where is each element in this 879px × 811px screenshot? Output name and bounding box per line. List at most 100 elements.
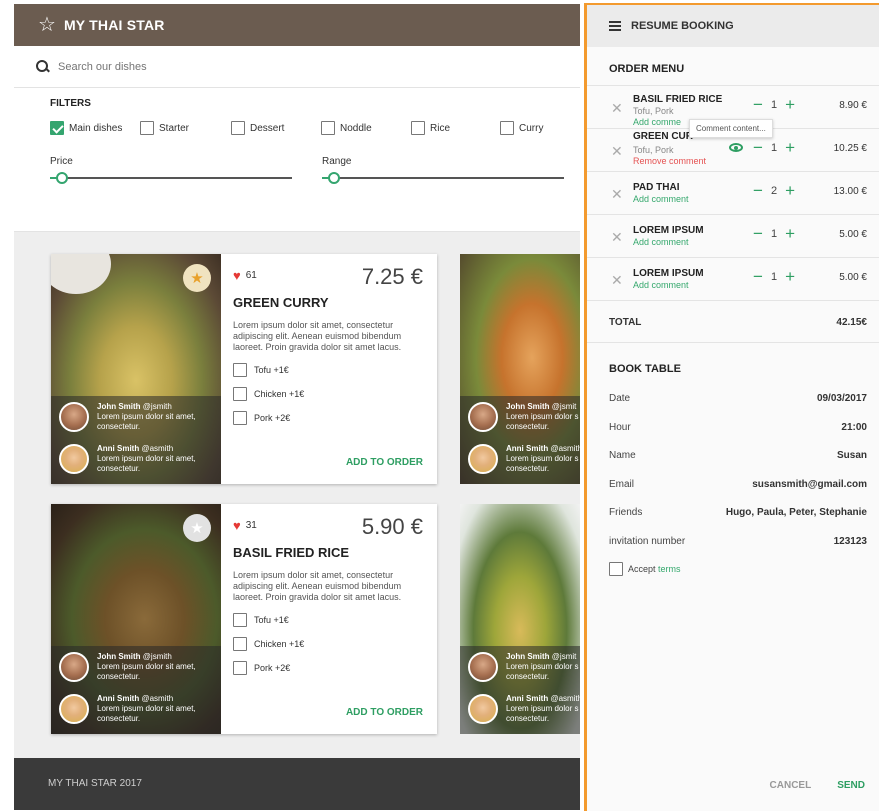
add-to-order-button[interactable]: ADD TO ORDER xyxy=(346,457,423,468)
avatar xyxy=(59,444,89,474)
dish-card-peek: John Smith @jsmit Lorem ipsum dolor s con… xyxy=(460,254,580,484)
checkbox[interactable] xyxy=(140,121,154,135)
checkbox[interactable] xyxy=(233,387,247,401)
quantity-value: 2 xyxy=(770,184,778,197)
remove-item-icon[interactable]: ✕ xyxy=(611,272,623,289)
increase-button[interactable]: + xyxy=(785,96,795,113)
extra-label: Tofu +1€ xyxy=(254,365,289,375)
checkbox[interactable] xyxy=(233,613,247,627)
remove-item-icon[interactable]: ✕ xyxy=(611,143,623,160)
review-text: John Smith @jsmith Lorem ipsum dolor sit … xyxy=(97,652,212,682)
cancel-button[interactable]: CANCEL xyxy=(770,780,812,791)
filter-dessert[interactable]: Dessert xyxy=(231,121,284,135)
eye-icon[interactable] xyxy=(729,143,743,152)
decrease-button[interactable]: − xyxy=(753,268,763,285)
remove-item-icon[interactable]: ✕ xyxy=(611,100,623,117)
avatar xyxy=(59,694,89,724)
search-icon[interactable] xyxy=(36,59,50,74)
order-item: ✕ PAD THAI Add comment − 2 + 13.00 € xyxy=(587,172,879,215)
filter-noddle[interactable]: Noddle xyxy=(321,121,372,135)
extra-option[interactable]: Pork +2€ xyxy=(233,411,423,425)
terms-prefix: Accept xyxy=(628,564,656,574)
avatar xyxy=(468,402,498,432)
reviewer-name: John Smith xyxy=(506,402,550,411)
add-comment-link[interactable]: Add comment xyxy=(633,194,689,204)
panel-actions: CANCEL SEND xyxy=(770,780,865,791)
extra-option[interactable]: Chicken +1€ xyxy=(233,387,423,401)
range-slider[interactable] xyxy=(322,172,564,184)
checkbox[interactable] xyxy=(233,637,247,651)
checkbox[interactable] xyxy=(233,411,247,425)
remove-comment-link[interactable]: Remove comment xyxy=(633,156,706,166)
remove-item-icon[interactable]: ✕ xyxy=(611,186,623,203)
review: John Smith @jsmith Lorem ipsum dolor sit … xyxy=(59,402,212,432)
order-item: ✕ BASIL FRIED RICE Tofu, Pork Add comme … xyxy=(587,86,879,138)
checkbox[interactable] xyxy=(500,121,514,135)
quantity-value: 1 xyxy=(770,227,778,240)
order-item-name: PAD THAI xyxy=(633,182,680,193)
extra-option[interactable]: Chicken +1€ xyxy=(233,637,423,651)
slider-handle[interactable] xyxy=(328,172,340,184)
increase-button[interactable]: + xyxy=(785,268,795,285)
search-input[interactable] xyxy=(58,60,358,73)
likes-count: 61 xyxy=(245,270,257,281)
order-item-price: 13.00 € xyxy=(833,186,867,197)
decrease-button[interactable]: − xyxy=(753,96,763,113)
booking-panel: RESUME BOOKING ORDER MENU ✕ BASIL FRIED … xyxy=(584,3,879,811)
checkbox-checked[interactable] xyxy=(50,121,64,135)
search-bar xyxy=(14,46,580,88)
send-button[interactable]: SEND xyxy=(837,780,865,791)
extra-option[interactable]: Tofu +1€ xyxy=(233,613,423,627)
field-label: Friends xyxy=(609,507,643,518)
filter-rice[interactable]: Rice xyxy=(411,121,450,135)
terms-checkbox[interactable] xyxy=(609,562,623,576)
review-body: Lorem ipsum dolor s consectetur. xyxy=(506,662,579,681)
extra-option[interactable]: Tofu +1€ xyxy=(233,363,423,377)
checkbox[interactable] xyxy=(233,363,247,377)
filter-starter[interactable]: Starter xyxy=(140,121,189,135)
quantity-stepper: − 1 + xyxy=(753,96,795,113)
increase-button[interactable]: + xyxy=(785,139,795,156)
decrease-button[interactable]: − xyxy=(753,225,763,242)
increase-button[interactable]: + xyxy=(785,182,795,199)
favorite-star-icon[interactable]: ★ xyxy=(183,514,211,542)
review-body: Lorem ipsum dolor s consectetur. xyxy=(506,704,579,723)
book-table-title: BOOK TABLE xyxy=(609,363,681,375)
review: Anni Smith @asmith Lorem ipsum dolor s co… xyxy=(468,444,580,474)
slider-handle[interactable] xyxy=(56,172,68,184)
reviews-overlay: John Smith @jsmit Lorem ipsum dolor s con… xyxy=(460,646,580,734)
favorite-star-icon[interactable]: ★ xyxy=(183,264,211,292)
filter-main-dishes[interactable]: Main dishes xyxy=(50,121,122,135)
price-slider[interactable] xyxy=(50,172,292,184)
checkbox[interactable] xyxy=(231,121,245,135)
review: John Smith @jsmith Lorem ipsum dolor sit … xyxy=(59,652,212,682)
decrease-button[interactable]: − xyxy=(753,139,763,156)
accept-terms[interactable]: Accept terms xyxy=(587,556,879,582)
extra-label: Pork +2€ xyxy=(254,663,291,673)
extra-option[interactable]: Pork +2€ xyxy=(233,661,423,675)
review-text: Anni Smith @asmith Lorem ipsum dolor sit … xyxy=(97,694,212,724)
star-icon[interactable]: ☆ xyxy=(38,15,56,35)
review-body: Lorem ipsum dolor sit amet, consectetur. xyxy=(97,454,196,473)
dish-name: BASIL FRIED RICE xyxy=(233,545,350,560)
checkbox[interactable] xyxy=(411,121,425,135)
review-body: Lorem ipsum dolor s consectetur. xyxy=(506,412,579,431)
order-item-name: LOREM IPSUM xyxy=(633,225,704,236)
heart-icon[interactable]: ♥ xyxy=(233,518,241,533)
add-comment-link[interactable]: Add comment xyxy=(633,280,689,290)
review: John Smith @jsmit Lorem ipsum dolor s con… xyxy=(468,652,580,682)
add-comment-link[interactable]: Add comme xyxy=(633,117,681,127)
checkbox[interactable] xyxy=(233,661,247,675)
checkbox[interactable] xyxy=(321,121,335,135)
add-comment-link[interactable]: Add comment xyxy=(633,237,689,247)
increase-button[interactable]: + xyxy=(785,225,795,242)
filter-curry[interactable]: Curry xyxy=(500,121,543,135)
remove-item-icon[interactable]: ✕ xyxy=(611,229,623,246)
terms-link[interactable]: terms xyxy=(658,564,681,574)
add-to-order-button[interactable]: ADD TO ORDER xyxy=(346,707,423,718)
top-bar: ☆ MY THAI STAR xyxy=(14,4,580,46)
list-icon[interactable] xyxy=(609,21,621,31)
heart-icon[interactable]: ♥ xyxy=(233,268,241,283)
decrease-button[interactable]: − xyxy=(753,182,763,199)
dish-price: 7.25 € xyxy=(361,264,423,289)
